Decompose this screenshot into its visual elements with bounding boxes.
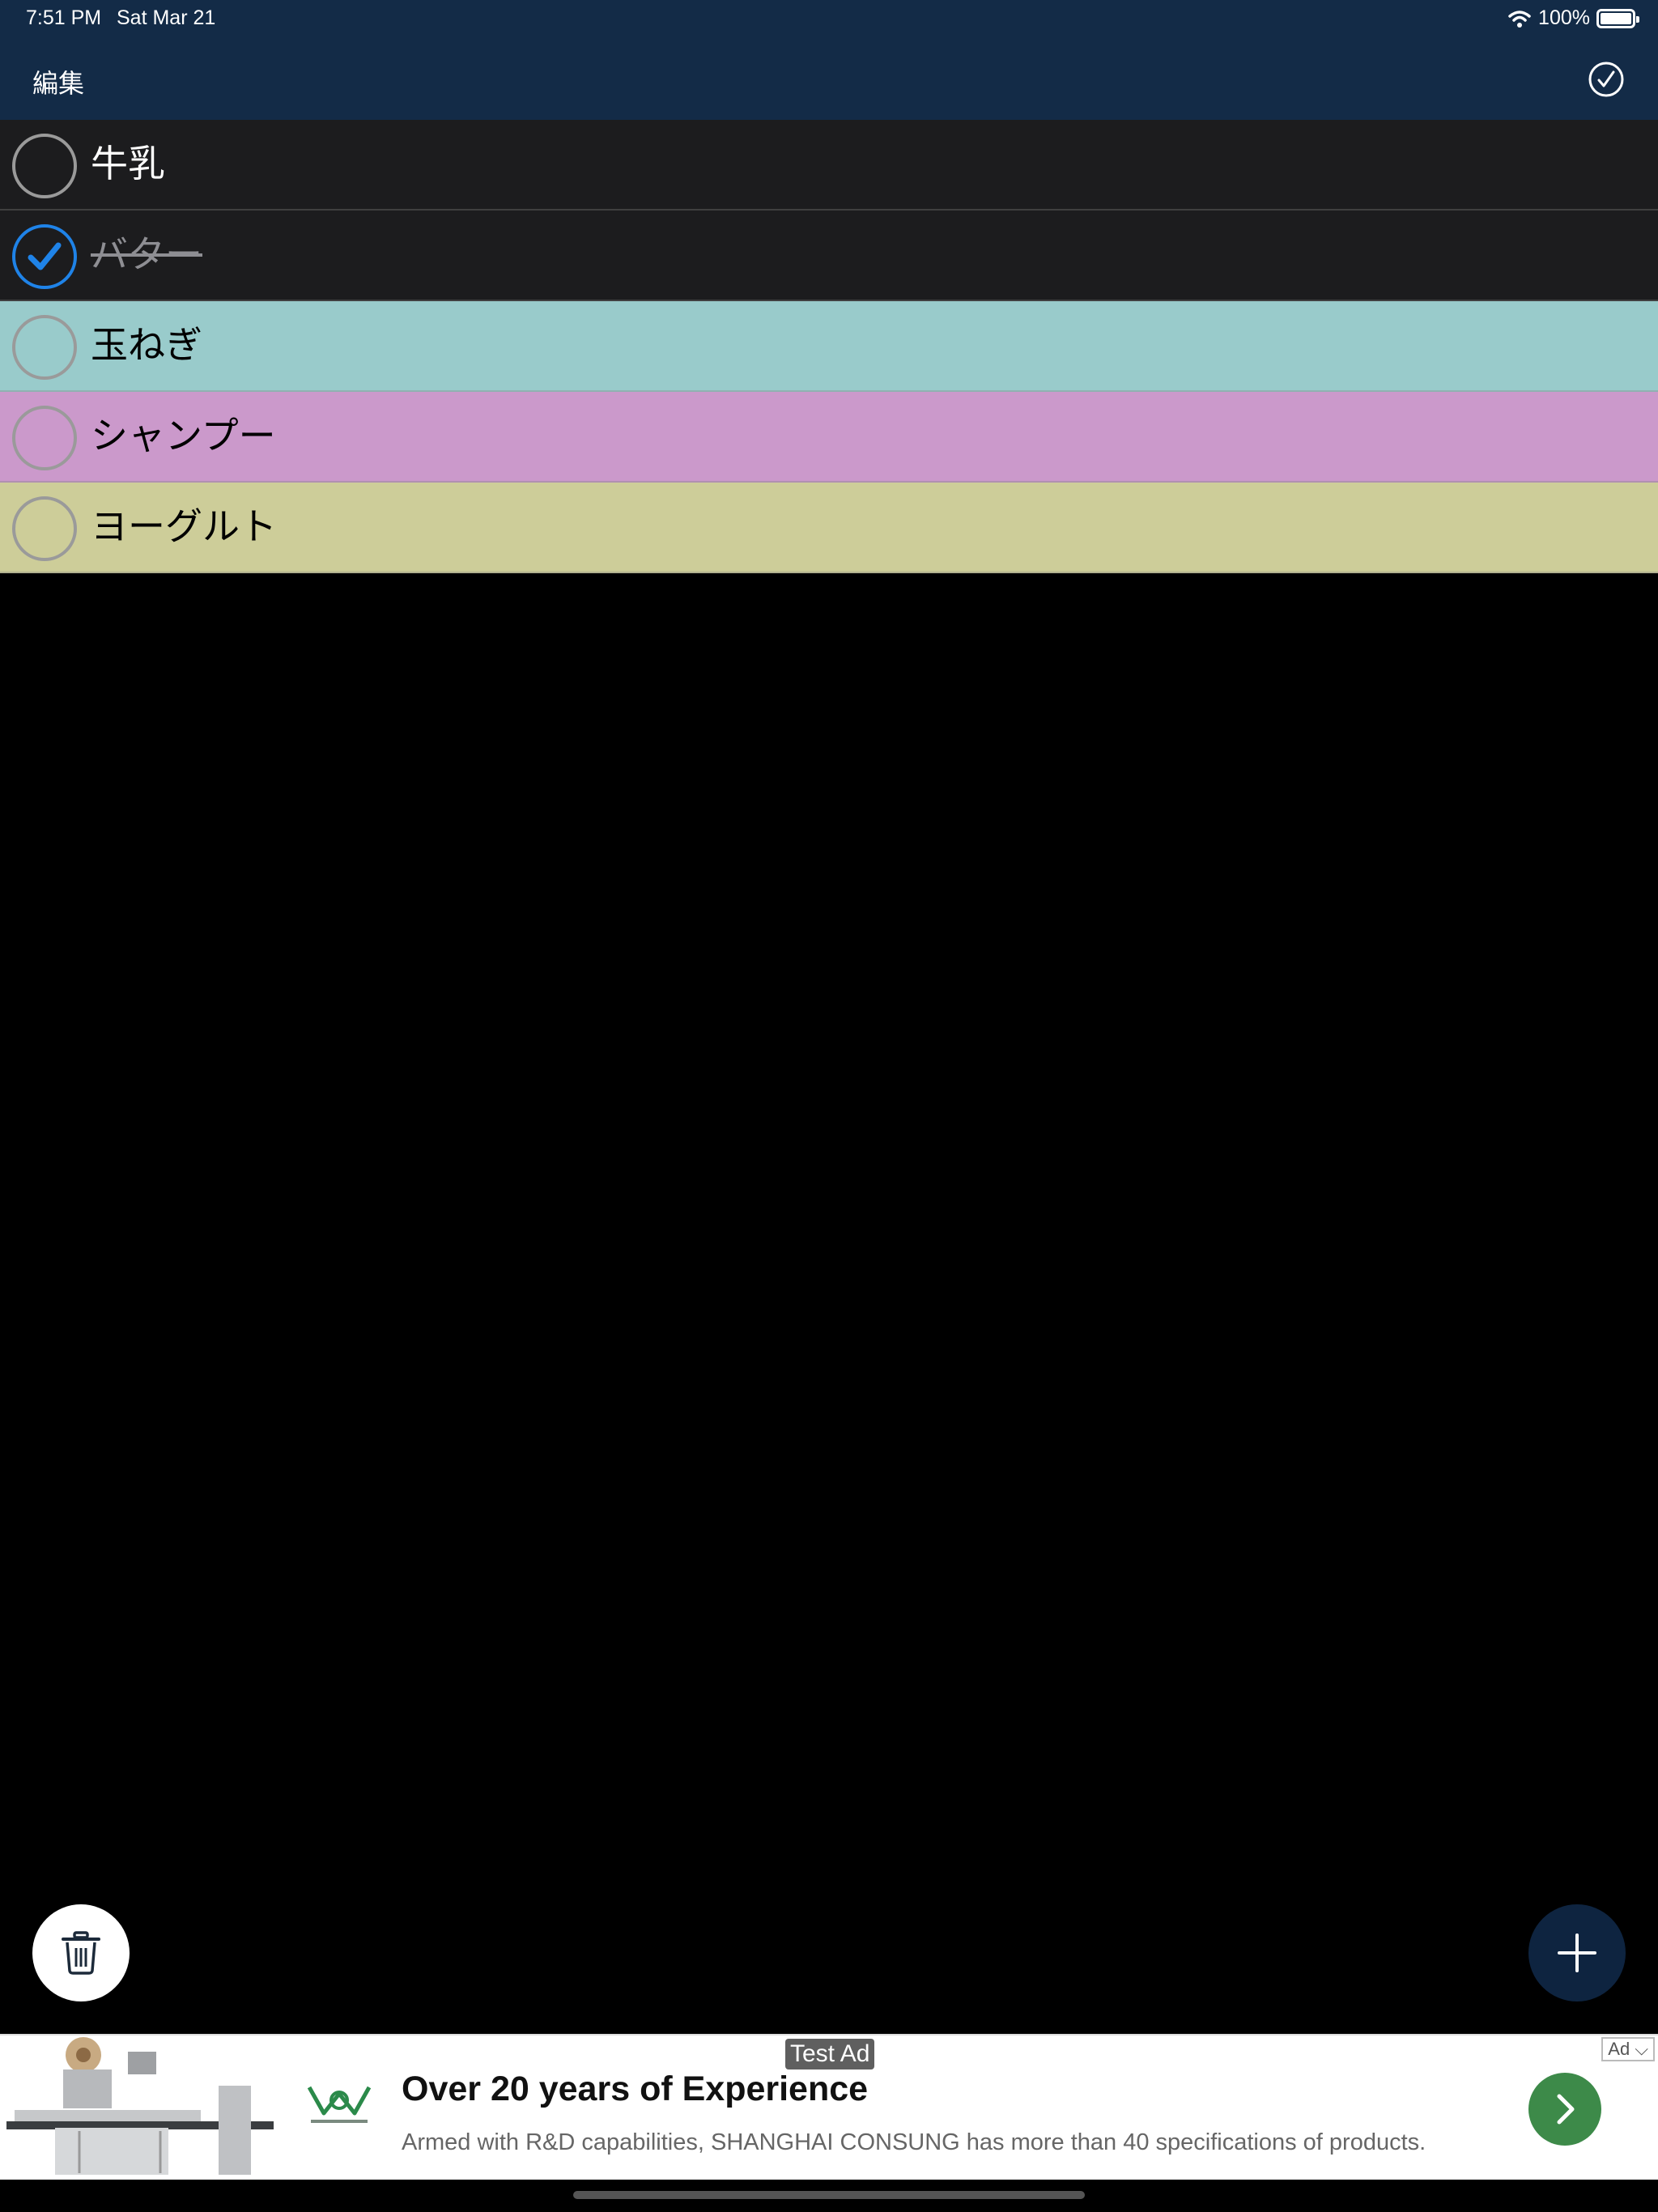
unchecked-circle-icon[interactable]	[12, 406, 77, 470]
machinery-ad-image	[6, 2037, 274, 2176]
status-date: Sat Mar 21	[117, 6, 216, 29]
status-time: 7:51 PM	[26, 6, 102, 29]
wifi-icon	[1508, 10, 1531, 28]
chevron-right-icon	[1557, 2094, 1575, 2125]
list-item-label: 牛乳	[91, 142, 165, 185]
nav-bar: 編集	[0, 39, 1658, 120]
list-item[interactable]: バター	[0, 211, 1658, 301]
list-item-label: シャンプー	[91, 414, 276, 457]
unchecked-circle-icon[interactable]	[12, 496, 77, 561]
list-item-label: ヨーグルト	[91, 504, 277, 548]
plus-icon	[1558, 1933, 1596, 1972]
battery-percent: 100%	[1538, 6, 1590, 29]
status-indicators: 100%	[1507, 6, 1639, 30]
add-button[interactable]	[1528, 1904, 1626, 2001]
ad-banner[interactable]: Test Ad Ad ⌵ Over 20 years of Experience…	[0, 2034, 1658, 2180]
list-item[interactable]: ヨーグルト	[0, 483, 1658, 573]
unchecked-circle-icon[interactable]	[12, 134, 77, 198]
edit-button[interactable]: 編集	[32, 63, 84, 100]
home-indicator	[573, 2191, 1085, 2199]
ad-choices-label: Ad	[1608, 2039, 1630, 2059]
trash-icon	[62, 1931, 100, 1975]
list-item-label: 玉ねぎ	[91, 323, 202, 367]
checkmark-icon	[28, 242, 62, 270]
delete-button[interactable]	[32, 1904, 130, 2001]
battery-fill	[1601, 12, 1631, 24]
unchecked-circle-icon[interactable]	[12, 315, 77, 380]
status-bar: 7:51 PM Sat Mar 21 100%	[0, 0, 1658, 39]
list-item-label: バター	[91, 232, 202, 276]
list-item[interactable]: 玉ねぎ	[0, 301, 1658, 392]
battery-icon	[1596, 8, 1639, 28]
ad-headline[interactable]: Over 20 years of Experience	[402, 2069, 868, 2109]
ad-choices-button[interactable]: Ad ⌵	[1601, 2037, 1655, 2061]
ad-cta-button[interactable]	[1528, 2073, 1601, 2146]
company-logo	[307, 2086, 372, 2123]
test-ad-tag: Test Ad	[785, 2039, 875, 2069]
list-item[interactable]: シャンプー	[0, 392, 1658, 483]
shopping-list: 牛乳バター玉ねぎシャンプーヨーグルト	[0, 120, 1658, 573]
checkmark-circle-icon[interactable]	[1587, 60, 1626, 99]
checked-circle-icon[interactable]	[12, 224, 77, 289]
ad-body: Armed with R&D capabilities, SHANGHAI CO…	[402, 2129, 1426, 2155]
list-item[interactable]: 牛乳	[0, 120, 1658, 211]
